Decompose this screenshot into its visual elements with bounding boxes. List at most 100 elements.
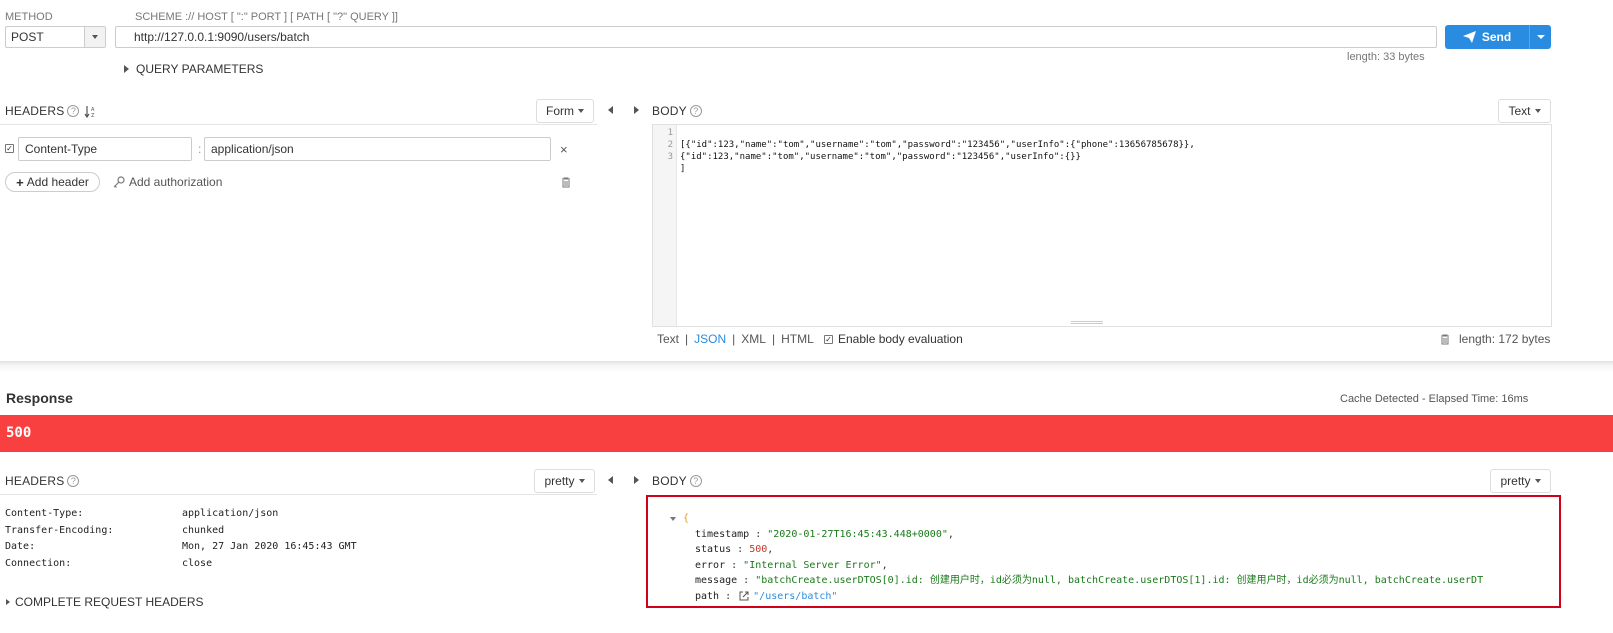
response-body-mode: pretty	[1500, 474, 1531, 488]
response-json-tree: { timestamp : "2020-01-27T16:45:43.448+0…	[670, 511, 1483, 604]
header-name-input[interactable]: Content-Type	[18, 137, 192, 161]
line-numbers: 123	[667, 128, 673, 162]
request-length: length: 33 bytes	[1347, 51, 1425, 63]
method-value: POST	[11, 30, 44, 44]
url-scheme-hint: SCHEME :// HOST [ ":" PORT ] [ PATH [ "?…	[135, 11, 398, 23]
complete-request-headers-toggle[interactable]: COMPLETE REQUEST HEADERS	[6, 595, 203, 609]
json-value-link[interactable]: "/users/batch"	[753, 589, 837, 605]
body-format-switcher: Text | JSON | XML | HTML	[657, 332, 814, 346]
json-value: "Internal Server Error"	[743, 559, 882, 571]
trash-icon[interactable]	[1440, 334, 1450, 345]
caret-right-icon	[124, 65, 129, 73]
request-headers-mode-dropdown[interactable]: Form	[536, 99, 594, 123]
svg-text:Z: Z	[91, 113, 95, 118]
response-headers-mode: pretty	[544, 474, 575, 488]
response-header-row: Content-Type: application/json	[5, 506, 357, 523]
request-body-title: BODY	[652, 104, 687, 118]
json-key: error	[695, 559, 726, 571]
format-html[interactable]: HTML	[781, 332, 814, 346]
response-body-highlight: { timestamp : "2020-01-27T16:45:43.448+0…	[646, 495, 1561, 608]
sort-alpha-icon[interactable]: A Z	[84, 105, 96, 118]
add-header-button[interactable]: + Add header	[5, 172, 100, 192]
response-header-row: Connection: close	[5, 556, 357, 573]
cache-elapsed-info: Cache Detected - Elapsed Time: 16ms	[1340, 393, 1529, 405]
external-link-icon[interactable]	[739, 591, 749, 601]
query-parameters-toggle[interactable]: QUERY PARAMETERS	[124, 62, 263, 76]
send-label: Send	[1481, 30, 1512, 44]
json-field-error: error : "Internal Server Error",	[695, 559, 888, 571]
json-comma: ,	[881, 559, 888, 571]
remove-header-icon[interactable]: ×	[560, 142, 568, 157]
response-header-value: application/json	[182, 508, 279, 519]
json-root-row[interactable]: {	[670, 511, 1483, 527]
caret-right-icon	[6, 599, 10, 605]
method-select[interactable]: POST	[5, 26, 106, 48]
response-header-name: Date:	[5, 541, 36, 552]
response-title: Response	[6, 390, 73, 406]
enable-body-evaluation[interactable]: ✓ Enable body evaluation	[824, 332, 963, 346]
help-icon[interactable]: ?	[67, 475, 80, 487]
collapse-caret-icon[interactable]	[670, 516, 676, 521]
header-value: application/json	[211, 142, 294, 156]
method-label: METHOD	[5, 11, 53, 23]
response-header-name: Transfer-Encoding:	[5, 524, 114, 536]
json-comma: ,	[767, 544, 774, 555]
help-icon[interactable]: ?	[689, 475, 702, 487]
response-body-title: BODY	[652, 474, 687, 488]
response-header-value: Mon, 27 Jan 2020 16:45:43 GMT	[182, 541, 357, 552]
format-xml[interactable]: XML	[741, 332, 766, 346]
help-icon[interactable]: ?	[689, 105, 702, 117]
request-body-code: [{"id":123,"name":"tom","username":"tom"…	[680, 127, 1195, 199]
expand-right-icon[interactable]	[634, 476, 639, 484]
enable-body-evaluation-checkbox[interactable]: ✓	[824, 334, 833, 344]
request-body-editor[interactable]: 123 [{"id":123,"name":"tom","username":"…	[652, 124, 1552, 327]
trash-icon[interactable]	[561, 177, 571, 188]
chevron-down-icon	[578, 479, 585, 483]
format-text[interactable]: Text	[657, 332, 679, 346]
divider	[0, 494, 597, 495]
response-header-name: Content-Type:	[5, 508, 84, 519]
request-body-title-row: BODY ?	[652, 104, 702, 118]
query-parameters-label: QUERY PARAMETERS	[136, 62, 264, 76]
resize-handle[interactable]	[1071, 321, 1103, 324]
url-input[interactable]: http://127.0.0.1:9090/users/batch	[115, 26, 1437, 48]
header-value-input[interactable]: application/json	[204, 137, 551, 161]
request-headers-title-row: HEADERS ? A Z	[5, 104, 96, 118]
send-button-group[interactable]: Send	[1445, 25, 1551, 49]
send-button[interactable]: Send	[1445, 25, 1529, 49]
format-separator: |	[685, 332, 689, 346]
request-body-mode-dropdown[interactable]: Text	[1498, 99, 1551, 123]
response-body-mode-dropdown[interactable]: pretty	[1490, 469, 1551, 493]
response-header-value: close	[182, 557, 213, 569]
request-body-length: length: 172 bytes	[1459, 332, 1551, 346]
complete-request-headers-label: COMPLETE REQUEST HEADERS	[15, 595, 204, 609]
key-icon	[113, 176, 125, 188]
response-headers-mode-dropdown[interactable]: pretty	[534, 469, 595, 493]
response-body-title-row: BODY ?	[652, 474, 702, 488]
json-value: "2020-01-27T16:45:43.448+0000"	[767, 528, 948, 540]
json-key: path	[695, 590, 720, 602]
json-field-message: message : "batchCreate.userDTOS[0].id: 创…	[695, 575, 1484, 586]
help-icon[interactable]: ?	[67, 105, 80, 117]
chevron-down-icon	[578, 109, 584, 113]
json-field-path: path : "/users/batch"	[670, 589, 1483, 605]
collapse-left-icon[interactable]	[608, 476, 613, 484]
format-json[interactable]: JSON	[694, 332, 726, 346]
paper-plane-icon	[1462, 31, 1476, 43]
send-dropdown-toggle[interactable]	[1529, 25, 1551, 49]
response-header-row: Transfer-Encoding: chunked	[5, 523, 357, 540]
header-separator: :	[198, 142, 202, 156]
collapse-left-icon[interactable]	[608, 106, 613, 114]
chevron-down-icon	[92, 35, 98, 39]
expand-right-icon[interactable]	[634, 106, 639, 114]
request-headers-title: HEADERS	[5, 104, 65, 118]
url-value: http://127.0.0.1:9090/users/batch	[134, 30, 310, 44]
response-header-value: chunked	[182, 524, 225, 536]
method-dropdown-toggle[interactable]	[84, 27, 105, 47]
json-key: timestamp	[695, 528, 750, 540]
code-line: [{"id":123,"name":"tom","username":"tom"…	[680, 140, 1195, 150]
response-status-bar: 500	[0, 415, 1613, 452]
divider	[0, 124, 597, 125]
add-authorization-link[interactable]: Add authorization	[113, 175, 222, 189]
header-enabled-checkbox[interactable]: ✓	[5, 144, 14, 153]
